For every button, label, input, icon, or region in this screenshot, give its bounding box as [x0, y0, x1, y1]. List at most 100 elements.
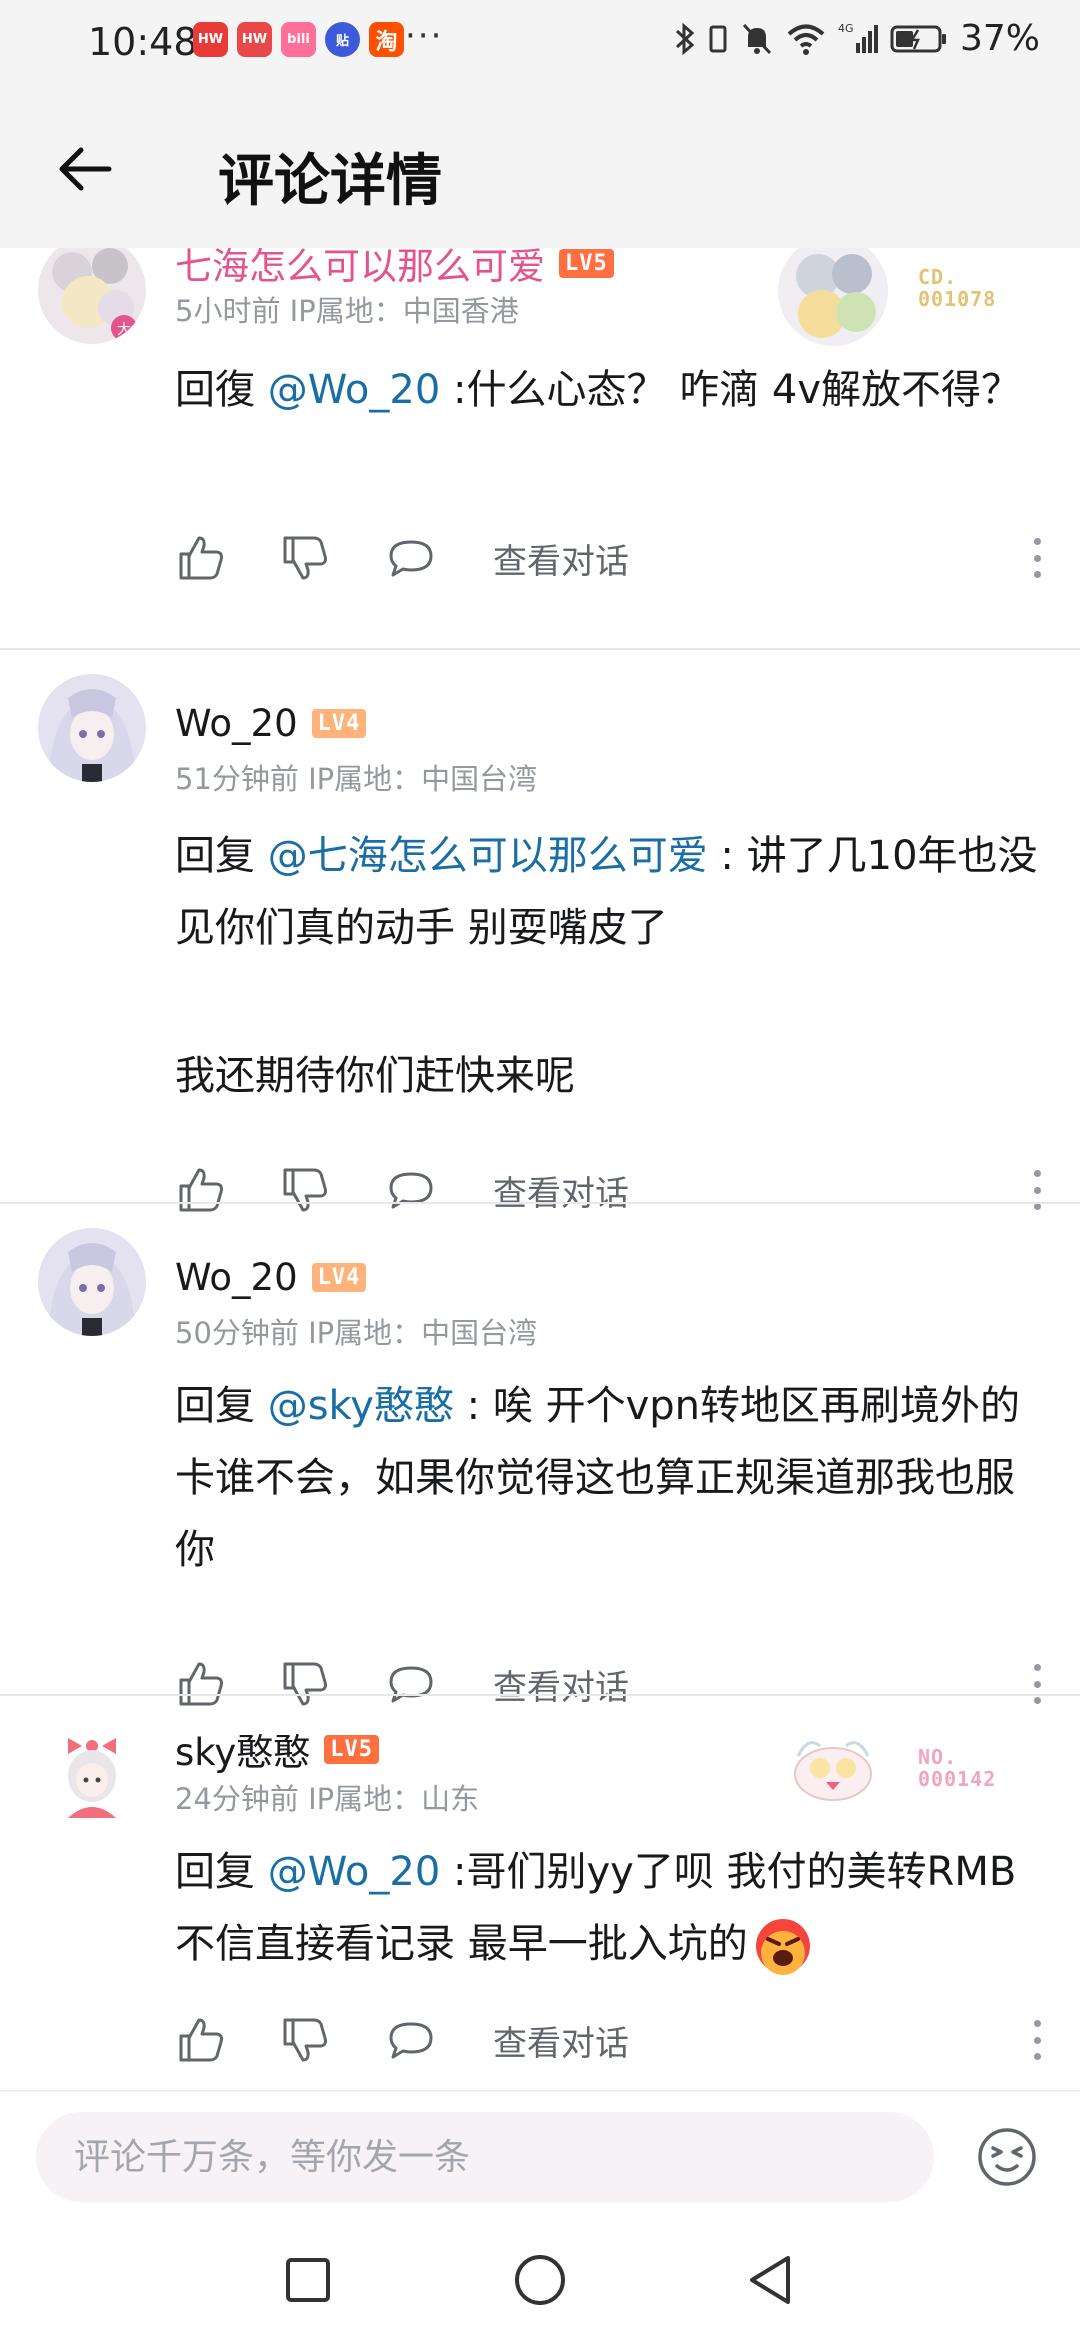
home-button[interactable] [508, 2248, 572, 2312]
triangle-back-icon [750, 2256, 790, 2304]
comment-username[interactable]: sky憨憨 LV5 [175, 1722, 380, 1776]
comment-time: 24分钟前 [175, 1782, 299, 1816]
username-text: 七海怎么可以那么可爱 [175, 248, 545, 288]
vibrate-icon [709, 25, 727, 52]
reply-button[interactable] [385, 1164, 437, 1216]
comment-body[interactable]: 回復 @Wo_20 :什么心态？ 咋滴 4v解放不得？ [175, 354, 1045, 426]
username-text: Wo_20 [175, 702, 298, 745]
more-options-button[interactable] [1027, 2014, 1047, 2066]
dislike-button[interactable] [279, 532, 331, 584]
comment-body[interactable]: 回复 @sky憨憨 : 唉 开个vpn转地区再刷境外的卡谁不会，如果你觉得这也算… [175, 1370, 1045, 1586]
like-button[interactable] [175, 1164, 227, 1216]
battery-icon [890, 25, 946, 52]
fan-badge[interactable]: CD. 001078 [778, 248, 1038, 346]
comment-text: :什么心态？ 咋滴 4v解放不得？ [440, 367, 1022, 413]
more-options-button[interactable] [1027, 1164, 1047, 1216]
avatar[interactable]: 大 [38, 248, 146, 344]
view-thread-button[interactable]: 查看对话 [493, 1660, 629, 1709]
comment-time: 50分钟前 [175, 1316, 299, 1350]
fan-badge-number: NO. 000142 [918, 1745, 997, 1791]
svg-text:大: 大 [117, 322, 131, 338]
view-thread-button[interactable]: 查看对话 [493, 1166, 629, 1215]
reply-prefix: 回复 [175, 1849, 268, 1895]
comment-time: 51分钟前 [175, 762, 299, 796]
tieba-icon: 贴 [325, 22, 360, 57]
comment-body[interactable]: 回复 @Wo_20 :哥们别yy了呗 我付的美转RMB 不信直接看记录 最早一批… [175, 1836, 1045, 1980]
comment-actions: 查看对话 [175, 2008, 1045, 2068]
mention-link[interactable]: @Wo_20 [268, 367, 441, 413]
level-badge: LV4 [311, 1263, 367, 1292]
avatar[interactable] [38, 1228, 146, 1336]
level-badge: LV4 [311, 709, 367, 738]
app-bar: 评论详情 [0, 84, 1080, 248]
comment-time: 5小时前 [175, 294, 281, 328]
view-thread-button[interactable]: 查看对话 [493, 2016, 629, 2065]
bluetooth-icon [675, 22, 695, 55]
comment-username[interactable]: Wo_20 LV4 [175, 1256, 367, 1299]
back-button[interactable] [50, 134, 120, 204]
reply-prefix: 回復 [175, 367, 268, 413]
like-button[interactable] [175, 2014, 227, 2066]
circle-icon [515, 2255, 565, 2305]
angry-emoji-icon [754, 1917, 812, 1975]
like-button[interactable] [175, 532, 227, 584]
back-nav-button[interactable] [738, 2248, 802, 2312]
emoji-icon [978, 2128, 1036, 2186]
dislike-button[interactable] [279, 1658, 331, 1710]
huawei-mall-icon: HW [237, 22, 272, 57]
divider [0, 1202, 1080, 1204]
avatar[interactable] [38, 1720, 146, 1828]
bilibili-mall-icon: bili [281, 22, 316, 57]
mention-link[interactable]: @Wo_20 [268, 1849, 441, 1895]
avatar[interactable] [38, 674, 146, 782]
reply-button[interactable] [385, 1658, 437, 1710]
recent-apps-button[interactable] [276, 2248, 340, 2312]
like-button[interactable] [175, 1658, 227, 1710]
square-icon [286, 2258, 330, 2302]
comment-meta: 24分钟前 IP属地：山东 [175, 1776, 479, 1818]
level-badge: LV5 [324, 1734, 380, 1764]
mention-link[interactable]: @sky憨憨 [268, 1383, 454, 1429]
huawei-store-icon: HW [193, 22, 228, 57]
reply-prefix: 回复 [175, 833, 268, 879]
comment-ip: IP属地：中国台湾 [308, 762, 538, 796]
username-text: Wo_20 [175, 1256, 298, 1299]
notification-app-icons: HW HW bili 贴 淘 [193, 22, 404, 57]
emoji-button[interactable] [976, 2126, 1038, 2188]
dislike-button[interactable] [279, 1164, 331, 1216]
comment-list[interactable]: 大 七海怎么可以那么可爱 LV5 5小时前 IP属地：中国香港 CD. 0010… [0, 248, 1080, 2090]
svg-text:4G: 4G [838, 22, 854, 35]
divider [0, 648, 1080, 650]
reply-button[interactable] [385, 2014, 437, 2066]
more-options-button[interactable] [1027, 532, 1047, 584]
status-time: 10:48 [88, 20, 198, 64]
dislike-button[interactable] [279, 2014, 331, 2066]
taobao-icon: 淘 [369, 22, 404, 57]
view-thread-button[interactable]: 查看对话 [493, 534, 629, 583]
comment-meta: 50分钟前 IP属地：中国台湾 [175, 1310, 537, 1352]
system-navigation-bar [0, 2220, 1080, 2340]
fan-badge-image [778, 248, 888, 346]
more-notifications-icon: ··· [405, 16, 444, 56]
arrow-left-icon [59, 147, 112, 191]
more-options-button[interactable] [1027, 1658, 1047, 1710]
divider [0, 1694, 1080, 1696]
mention-link[interactable]: @七海怎么可以那么可爱 [268, 833, 708, 879]
comment-actions: 查看对话 [175, 526, 1045, 586]
comment-actions: 查看对话 [175, 1158, 1045, 1218]
comment-meta: 51分钟前 IP属地：中国台湾 [175, 756, 537, 798]
comment-meta: 5小时前 IP属地：中国香港 [175, 288, 519, 330]
status-bar: 10:48 HW HW bili 贴 淘 ··· 4G 37% [0, 0, 1080, 84]
comment-input[interactable] [36, 2112, 934, 2202]
page-title: 评论详情 [218, 149, 442, 214]
battery-percent: 37% [959, 18, 1040, 59]
comment-actions: 查看对话 [175, 1652, 1045, 1712]
fan-badge-image [778, 1716, 888, 1826]
fan-badge[interactable]: NO. 000142 [778, 1716, 1038, 1826]
comment-username[interactable]: 七海怎么可以那么可爱 LV5 [175, 248, 614, 290]
comment-ip: IP属地：中国香港 [289, 294, 519, 328]
reply-button[interactable] [385, 532, 437, 584]
comment-body[interactable]: 回复 @七海怎么可以那么可爱 : 讲了几10年也没见你们真的动手 别耍嘴皮了 [175, 820, 1045, 964]
fan-badge-number: CD. 001078 [918, 265, 997, 311]
comment-username[interactable]: Wo_20 LV4 [175, 702, 367, 745]
